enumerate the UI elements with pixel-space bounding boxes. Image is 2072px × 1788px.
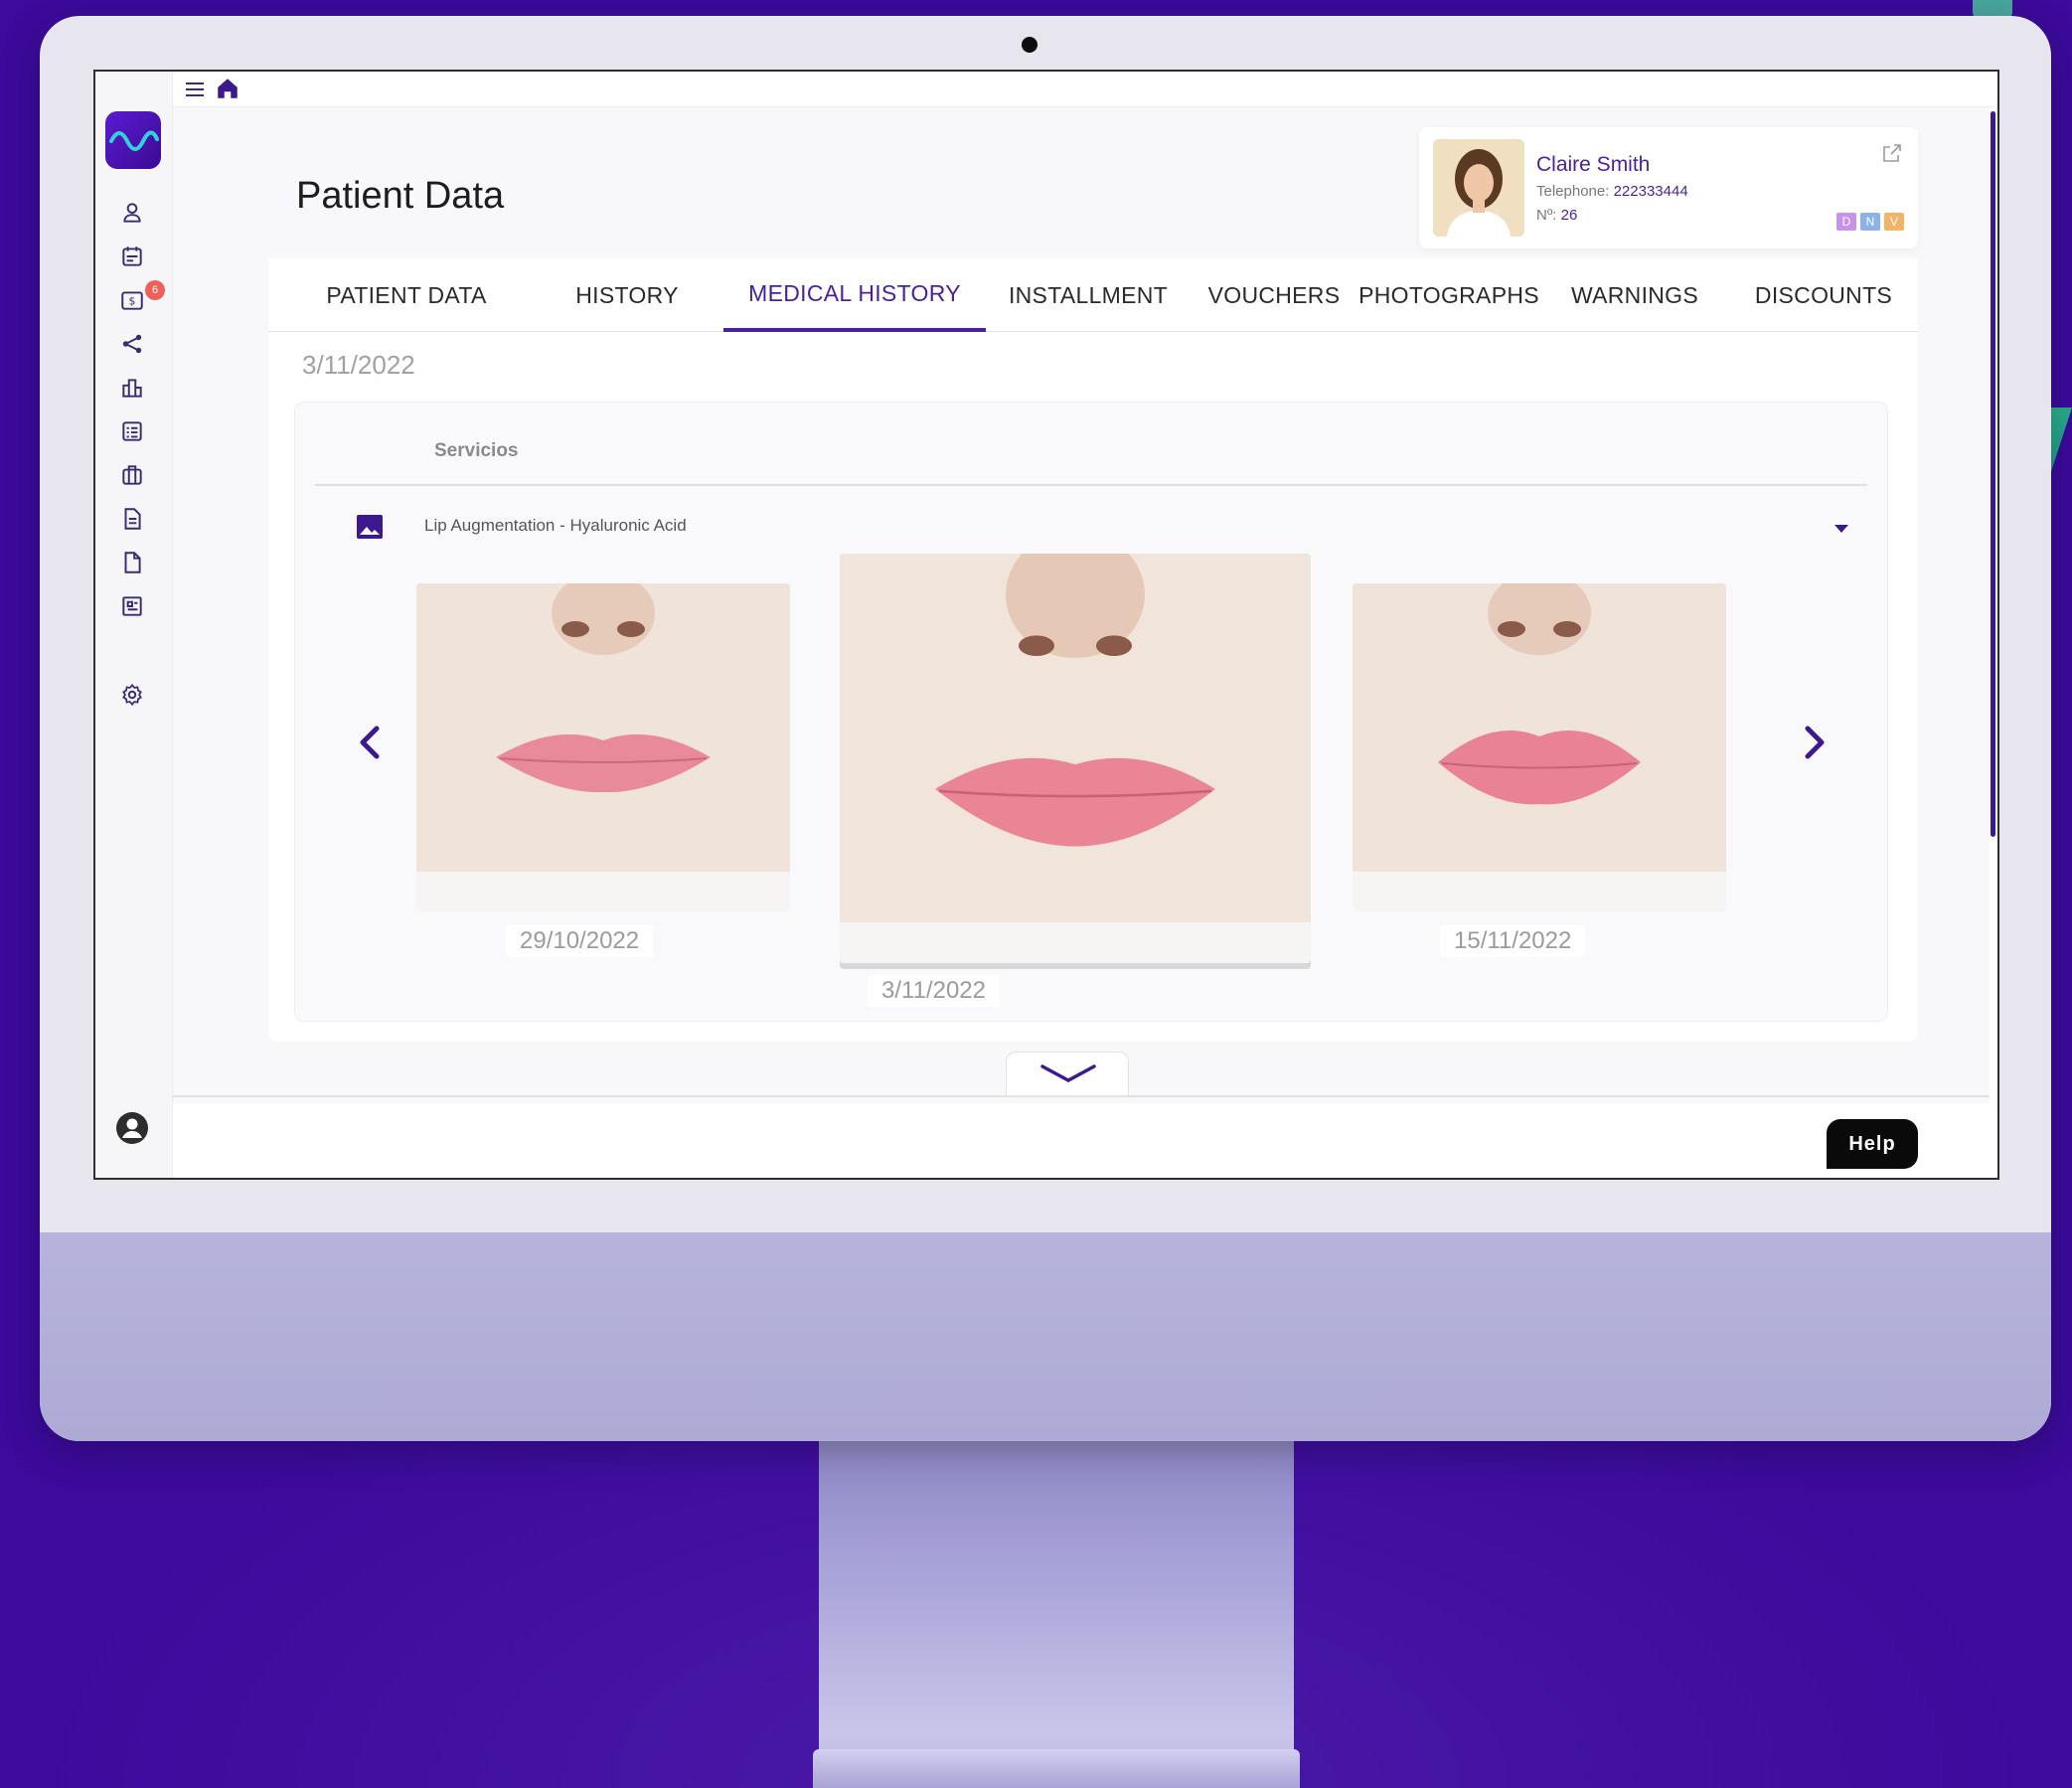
svg-text:$: $ bbox=[129, 294, 136, 307]
camera-dot bbox=[1022, 37, 1037, 53]
file-icon[interactable] bbox=[117, 548, 147, 577]
tag-d: D bbox=[1836, 213, 1856, 231]
photo-date: 15/11/2022 bbox=[1440, 925, 1586, 957]
report-icon[interactable] bbox=[117, 591, 147, 621]
telephone-label: Telephone: bbox=[1536, 183, 1610, 200]
share-icon[interactable] bbox=[117, 329, 147, 359]
hamburger-menu-icon[interactable] bbox=[183, 78, 207, 101]
checklist-icon[interactable] bbox=[117, 416, 147, 446]
tab-warnings[interactable]: WARNINGS bbox=[1540, 258, 1729, 332]
page-title: Patient Data bbox=[296, 175, 505, 217]
account-avatar-icon[interactable] bbox=[113, 1109, 151, 1147]
notification-badge: 6 bbox=[145, 280, 165, 300]
tag-v: V bbox=[1884, 213, 1904, 231]
number-value: 26 bbox=[1560, 207, 1578, 224]
collapse-toggle[interactable] bbox=[1006, 1052, 1129, 1095]
photo-thumbnail[interactable] bbox=[416, 583, 790, 911]
document-icon[interactable] bbox=[117, 504, 147, 534]
divider bbox=[315, 484, 1867, 486]
photo-selected[interactable] bbox=[840, 554, 1311, 963]
lips-photo-icon bbox=[416, 583, 790, 911]
tab-discounts[interactable]: DISCOUNTS bbox=[1729, 258, 1918, 332]
app-logo[interactable] bbox=[105, 111, 161, 169]
tab-history[interactable]: HISTORY bbox=[545, 258, 710, 332]
lips-photo-icon bbox=[1353, 583, 1726, 911]
help-button[interactable]: Help bbox=[1827, 1119, 1918, 1169]
monitor-chin bbox=[40, 1232, 2051, 1441]
briefcase-icon[interactable] bbox=[117, 460, 147, 490]
stats-icon[interactable] bbox=[117, 373, 147, 403]
tab-bar: PATIENT DATA HISTORY MEDICAL HISTORY INS… bbox=[268, 258, 1918, 332]
patient-tags: D N V bbox=[1836, 213, 1904, 231]
patient-number: Nº: 26 bbox=[1536, 207, 1577, 224]
patient-photo bbox=[1433, 139, 1524, 237]
tag-n: N bbox=[1860, 213, 1880, 231]
tab-photographs[interactable]: PHOTOGRAPHS bbox=[1357, 258, 1540, 332]
photo-date: 29/10/2022 bbox=[506, 925, 654, 957]
number-label: Nº: bbox=[1536, 207, 1557, 224]
tab-patient-data[interactable]: PATIENT DATA bbox=[268, 258, 545, 332]
photo-thumbnail[interactable] bbox=[1353, 583, 1726, 911]
next-arrow-icon[interactable] bbox=[1794, 719, 1833, 766]
calendar-icon[interactable] bbox=[117, 242, 147, 271]
external-link-icon[interactable] bbox=[1880, 141, 1904, 165]
patient-card: Claire Smith Telephone: 222333444 Nº: 26… bbox=[1419, 127, 1918, 248]
scrollbar[interactable] bbox=[1991, 111, 1995, 837]
wave-logo-icon bbox=[109, 130, 159, 151]
chevron-down-icon[interactable] bbox=[1832, 518, 1851, 538]
services-box: Servicios Lip Augmentation - Hyaluronic … bbox=[294, 402, 1888, 1022]
app-screen: $ 6 Patient Data Claire Smith Telephone:… bbox=[93, 70, 1999, 1180]
lips-photo-icon bbox=[840, 554, 1311, 963]
patient-telephone: Telephone: 222333444 bbox=[1536, 183, 1688, 200]
photo-date-selected: 3/11/2022 bbox=[868, 975, 1000, 1007]
record-date: 3/11/2022 bbox=[302, 350, 415, 380]
monitor-stand bbox=[819, 1431, 1294, 1788]
previous-arrow-icon[interactable] bbox=[351, 719, 391, 766]
medical-history-panel: 3/11/2022 Servicios Lip Augmentation - H… bbox=[268, 332, 1918, 1042]
telephone-value: 222333444 bbox=[1613, 183, 1688, 200]
top-bar bbox=[173, 72, 1997, 107]
service-name[interactable]: Lip Augmentation - Hyaluronic Acid bbox=[424, 516, 687, 536]
user-icon[interactable] bbox=[117, 198, 147, 228]
services-label: Servicios bbox=[434, 440, 519, 461]
chevron-down-icon bbox=[1040, 1064, 1096, 1082]
tab-medical-history[interactable]: MEDICAL HISTORY bbox=[723, 258, 986, 332]
tab-vouchers[interactable]: VOUCHERS bbox=[1191, 258, 1357, 332]
monitor-stand-foot bbox=[813, 1749, 1300, 1788]
tab-installment[interactable]: INSTALLMENT bbox=[986, 258, 1191, 332]
sidebar: $ 6 bbox=[95, 72, 173, 1178]
image-icon bbox=[355, 512, 385, 542]
settings-icon[interactable] bbox=[117, 680, 147, 710]
billing-icon[interactable]: $ bbox=[117, 285, 147, 315]
home-icon[interactable] bbox=[215, 76, 240, 101]
patient-name[interactable]: Claire Smith bbox=[1536, 153, 1650, 177]
